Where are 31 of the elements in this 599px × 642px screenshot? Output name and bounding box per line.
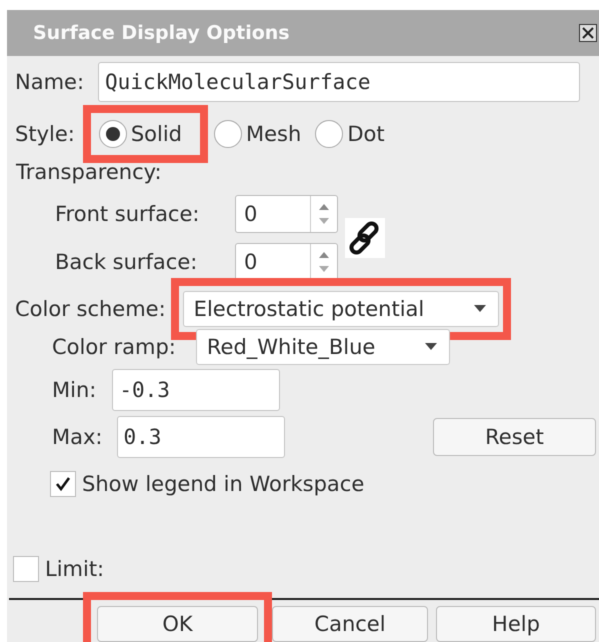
min-field[interactable]: -0.3: [112, 369, 280, 411]
radio-button[interactable]: Mesh: [212, 118, 304, 150]
check-icon: [55, 476, 71, 492]
dropdown[interactable]: Electrostatic potential: [182, 291, 499, 327]
dialog-button[interactable]: Cancel: [272, 606, 428, 642]
section-label: Transparency:: [16, 160, 162, 184]
dialog-button[interactable]: OK: [97, 606, 258, 642]
field-label: Name:: [15, 70, 84, 94]
spin-box[interactable]: 0: [235, 243, 338, 281]
caret-icon: [424, 343, 437, 351]
reset-button[interactable]: Reset: [433, 418, 596, 456]
field-label: Max:: [52, 425, 102, 449]
spin-box[interactable]: 0: [235, 195, 338, 233]
radio-button[interactable]: Solid: [96, 118, 184, 150]
dropdown[interactable]: Red_White_Blue: [196, 329, 450, 365]
field-label: Color scheme:: [15, 297, 166, 321]
dialog-button[interactable]: Help: [436, 606, 596, 642]
close-icon[interactable]: [579, 24, 597, 42]
field-label: Front surface:: [55, 202, 200, 226]
checkbox[interactable]: Limit:: [13, 556, 104, 582]
name-field[interactable]: QuickMolecularSurface: [98, 62, 580, 102]
field-label: Color ramp:: [52, 335, 176, 359]
field-label: Min:: [52, 378, 96, 402]
window-title: Surface Display Options: [33, 22, 290, 44]
checkbox[interactable]: Show legend in Workspace: [50, 471, 364, 497]
field-label: Style:: [15, 122, 75, 146]
max-field[interactable]: 0.3: [116, 416, 284, 458]
caret-icon: [474, 305, 486, 313]
field-label: Back surface:: [55, 250, 198, 274]
link-icon[interactable]: [345, 218, 385, 258]
radio-button[interactable]: Dot: [313, 118, 387, 150]
